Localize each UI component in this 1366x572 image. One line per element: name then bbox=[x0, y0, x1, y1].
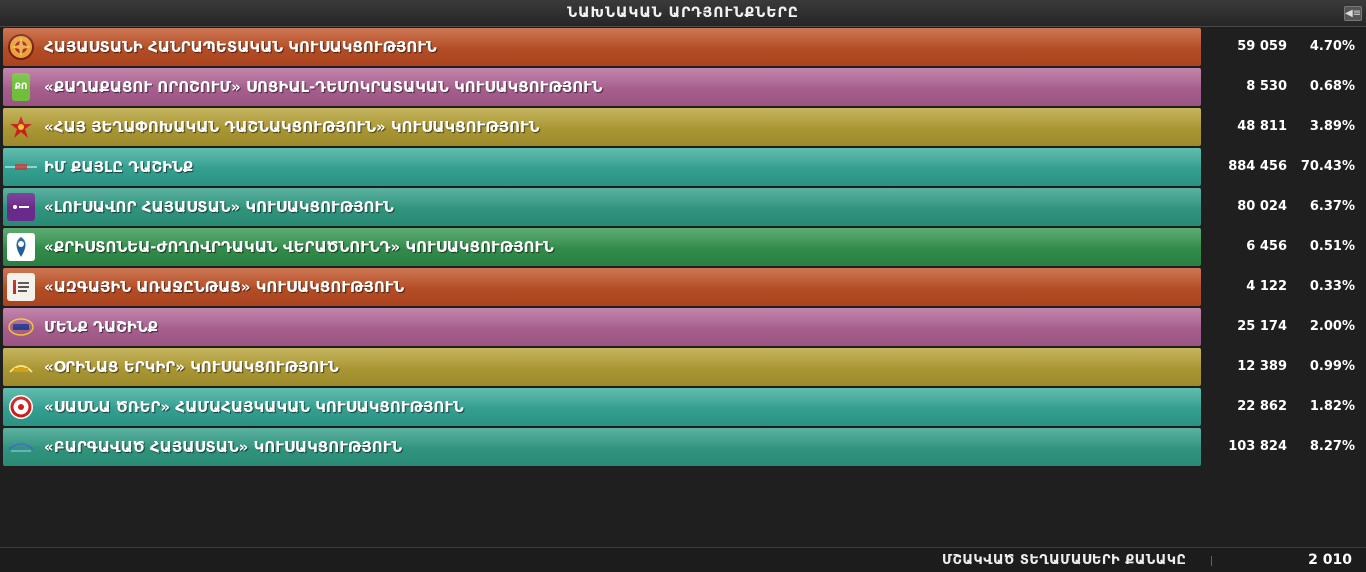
results-list: ՀԱՅԱՍՏԱՆԻ ՀԱՆՐԱՊԵՏԱԿԱՆ ԿՈՒՍԱԿՑՈՒԹՅՈՒՆ 59… bbox=[3, 28, 1363, 468]
party-votes: 80 024 bbox=[1237, 199, 1287, 214]
party-row: «ՀԱՅ ՅԵՂԱՓՈԽԱԿԱՆ ԴԱՇՆԱԿՑՈՒԹՅՈՒՆ» ԿՈՒՍԱԿՑ… bbox=[3, 108, 1363, 146]
party-percent: 6.37% bbox=[1309, 199, 1355, 214]
party-bar: ԻՄ ՔԱՅԼԸ ԴԱՇԻՆՔ bbox=[3, 148, 1201, 186]
arf-logo-icon bbox=[7, 113, 35, 141]
page-title: ՆԱԽՆԱԿԱՆ ԱՐԴՅՈՒՆՔՆԵՐԸ bbox=[567, 5, 799, 21]
party-percent: 3.89% bbox=[1309, 119, 1355, 134]
results-footer: ՄՇԱԿՎԱԾ ՏԵՂԱՄԱՍԵՐԻ ՔԱՆԱԿԸ 2 010 bbox=[0, 547, 1366, 572]
processed-precincts-label: ՄՇԱԿՎԱԾ ՏԵՂԱՄԱՍԵՐԻ ՔԱՆԱԿԸ bbox=[942, 553, 1187, 568]
party-name: «ԱԶԳԱՅԻՆ ԱՌԱՋԸՆԹԱՑ» ԿՈՒՍԱԿՑՈՒԹՅՈՒՆ bbox=[44, 278, 405, 296]
party-bar: «ԼՈՒՍԱՎՈՐ ՀԱՅԱՍՏԱՆ» ԿՈՒՍԱԿՑՈՒԹՅՈՒՆ bbox=[3, 188, 1201, 226]
party-row: «ԱԶԳԱՅԻՆ ԱՌԱՋԸՆԹԱՑ» ԿՈՒՍԱԿՑՈՒԹՅՈՒՆ 4 122… bbox=[3, 268, 1363, 306]
processed-precincts-count: 2 010 bbox=[1308, 552, 1352, 568]
party-name: «ԼՈՒՍԱՎՈՐ ՀԱՅԱՍՏԱՆ» ԿՈՒՍԱԿՑՈՒԹՅՈՒՆ bbox=[44, 198, 394, 216]
party-percent: 0.51% bbox=[1309, 239, 1355, 254]
footer-divider bbox=[1211, 556, 1212, 566]
party-name: «ՔՐԻՍՏՈՆԵԱ-ԺՈՂՈՎՐԴԱԿԱՆ ՎԵՐԱԾՆՈՒՆԴ» ԿՈՒՍԱ… bbox=[44, 238, 554, 256]
party-name: ԻՄ ՔԱՅԼԸ ԴԱՇԻՆՔ bbox=[44, 158, 194, 176]
party-votes: 25 174 bbox=[1237, 319, 1287, 334]
party-name: «ՔԱՂԱՔԱՑՈՒ ՈՐՈՇՈՒՄ» ՍՈՑԻԱԼ-ԴԵՄՈԿՐԱՏԱԿԱՆ … bbox=[44, 78, 603, 96]
rpa-logo-icon bbox=[7, 33, 35, 61]
we-alliance-logo-icon bbox=[7, 313, 35, 341]
party-percent: 70.43% bbox=[1300, 159, 1355, 174]
party-votes: 59 059 bbox=[1237, 39, 1287, 54]
party-row: ՀԱՅԱՍՏԱՆԻ ՀԱՆՐԱՊԵՏԱԿԱՆ ԿՈՒՍԱԿՑՈՒԹՅՈՒՆ 59… bbox=[3, 28, 1363, 66]
party-votes: 48 811 bbox=[1237, 119, 1287, 134]
party-name: «ՕՐԻՆԱՑ ԵՐԿԻՐ» ԿՈՒՍԱԿՑՈՒԹՅՈՒՆ bbox=[44, 358, 339, 376]
party-votes: 4 122 bbox=[1246, 279, 1287, 294]
party-percent: 0.33% bbox=[1309, 279, 1355, 294]
party-row: «ԼՈՒՍԱՎՈՐ ՀԱՅԱՍՏԱՆ» ԿՈՒՍԱԿՑՈՒԹՅՈՒՆ 80 02… bbox=[3, 188, 1363, 226]
party-name: ՀԱՅԱՍՏԱՆԻ ՀԱՆՐԱՊԵՏԱԿԱՆ ԿՈՒՍԱԿՑՈՒԹՅՈՒՆ bbox=[44, 38, 437, 56]
party-row: «ՔՐԻՍՏՈՆԵԱ-ԺՈՂՈՎՐԴԱԿԱՆ ՎԵՐԱԾՆՈՒՆԴ» ԿՈՒՍԱ… bbox=[3, 228, 1363, 266]
party-percent: 4.70% bbox=[1309, 39, 1355, 54]
party-votes: 884 456 bbox=[1228, 159, 1287, 174]
party-bar: «ՀԱՅ ՅԵՂԱՓՈԽԱԿԱՆ ԴԱՇՆԱԿՑՈՒԹՅՈՒՆ» ԿՈՒՍԱԿՑ… bbox=[3, 108, 1201, 146]
citizens-decision-logo-icon: ՔՈ bbox=[12, 73, 30, 101]
party-votes: 22 862 bbox=[1237, 399, 1287, 414]
party-bar: «ՔՐԻՍՏՈՆԵԱ-ԺՈՂՈՎՐԴԱԿԱՆ ՎԵՐԱԾՆՈՒՆԴ» ԿՈՒՍԱ… bbox=[3, 228, 1201, 266]
party-bar: «ՕՐԻՆԱՑ ԵՐԿԻՐ» ԿՈՒՍԱԿՑՈՒԹՅՈՒՆ bbox=[3, 348, 1201, 386]
party-bar: ՀԱՅԱՍՏԱՆԻ ՀԱՆՐԱՊԵՏԱԿԱՆ ԿՈՒՍԱԿՑՈՒԹՅՈՒՆ bbox=[3, 28, 1201, 66]
party-votes: 12 389 bbox=[1237, 359, 1287, 374]
party-percent: 8.27% bbox=[1309, 439, 1355, 454]
party-row: ՔՈ «ՔԱՂԱՔԱՑՈՒ ՈՐՈՇՈՒՄ» ՍՈՑԻԱԼ-ԴԵՄՈԿՐԱՏԱԿ… bbox=[3, 68, 1363, 106]
prosperous-armenia-logo-icon bbox=[7, 433, 35, 461]
party-name: «ՍԱՍՆԱ ԾՌԵՐ» ՀԱՄԱՀԱՅԿԱԿԱՆ ԿՈՒՍԱԿՑՈՒԹՅՈՒՆ bbox=[44, 398, 464, 416]
party-name: ՄԵՆՔ ԴԱՇԻՆՔ bbox=[44, 318, 159, 336]
party-name: «ԲԱՐԳԱՎԱԾ ՀԱՅԱՍՏԱՆ» ԿՈՒՍԱԿՑՈՒԹՅՈՒՆ bbox=[44, 438, 403, 456]
party-percent: 0.99% bbox=[1309, 359, 1355, 374]
party-bar: ՔՈ «ՔԱՂԱՔԱՑՈՒ ՈՐՈՇՈՒՄ» ՍՈՑԻԱԼ-ԴԵՄՈԿՐԱՏԱԿ… bbox=[3, 68, 1201, 106]
party-row: «ՕՐԻՆԱՑ ԵՐԿԻՐ» ԿՈՒՍԱԿՑՈՒԹՅՈՒՆ 12 389 0.9… bbox=[3, 348, 1363, 386]
party-votes: 6 456 bbox=[1246, 239, 1287, 254]
party-row: ՄԵՆՔ ԴԱՇԻՆՔ 25 174 2.00% bbox=[3, 308, 1363, 346]
christian-democratic-logo-icon bbox=[7, 233, 35, 261]
party-percent: 0.68% bbox=[1309, 79, 1355, 94]
party-percent: 1.82% bbox=[1309, 399, 1355, 414]
party-bar: «ԱԶԳԱՅԻՆ ԱՌԱՋԸՆԹԱՑ» ԿՈՒՍԱԿՑՈՒԹՅՈՒՆ bbox=[3, 268, 1201, 306]
logo-text: ՔՈ bbox=[14, 82, 28, 92]
party-bar: «ԲԱՐԳԱՎԱԾ ՀԱՅԱՍՏԱՆ» ԿՈՒՍԱԿՑՈՒԹՅՈՒՆ bbox=[3, 428, 1201, 466]
party-row: «ԲԱՐԳԱՎԱԾ ՀԱՅԱՍՏԱՆ» ԿՈՒՍԱԿՑՈՒԹՅՈՒՆ 103 8… bbox=[3, 428, 1363, 466]
party-row: «ՍԱՍՆԱ ԾՌԵՐ» ՀԱՄԱՀԱՅԿԱԿԱՆ ԿՈՒՍԱԿՑՈՒԹՅՈՒՆ… bbox=[3, 388, 1363, 426]
party-votes: 8 530 bbox=[1246, 79, 1287, 94]
party-bar: ՄԵՆՔ ԴԱՇԻՆՔ bbox=[3, 308, 1201, 346]
party-percent: 2.00% bbox=[1309, 319, 1355, 334]
party-bar: «ՍԱՍՆԱ ԾՌԵՐ» ՀԱՄԱՀԱՅԿԱԿԱՆ ԿՈՒՍԱԿՑՈՒԹՅՈՒՆ bbox=[3, 388, 1201, 426]
party-votes: 103 824 bbox=[1228, 439, 1287, 454]
sasna-tsrer-logo-icon bbox=[7, 393, 35, 421]
party-name: «ՀԱՅ ՅԵՂԱՓՈԽԱԿԱՆ ԴԱՇՆԱԿՑՈՒԹՅՈՒՆ» ԿՈՒՍԱԿՑ… bbox=[44, 118, 540, 136]
results-header: ՆԱԽՆԱԿԱՆ ԱՐԴՅՈՒՆՔՆԵՐԸ ◀≡ bbox=[0, 0, 1366, 27]
rule-of-law-logo-icon bbox=[7, 353, 35, 381]
collapse-panel-icon[interactable]: ◀≡ bbox=[1344, 6, 1362, 21]
bright-armenia-logo-icon bbox=[7, 193, 35, 221]
national-progress-logo-icon bbox=[7, 273, 35, 301]
my-step-logo-icon bbox=[5, 153, 37, 181]
party-row: ԻՄ ՔԱՅԼԸ ԴԱՇԻՆՔ 884 456 70.43% bbox=[3, 148, 1363, 186]
